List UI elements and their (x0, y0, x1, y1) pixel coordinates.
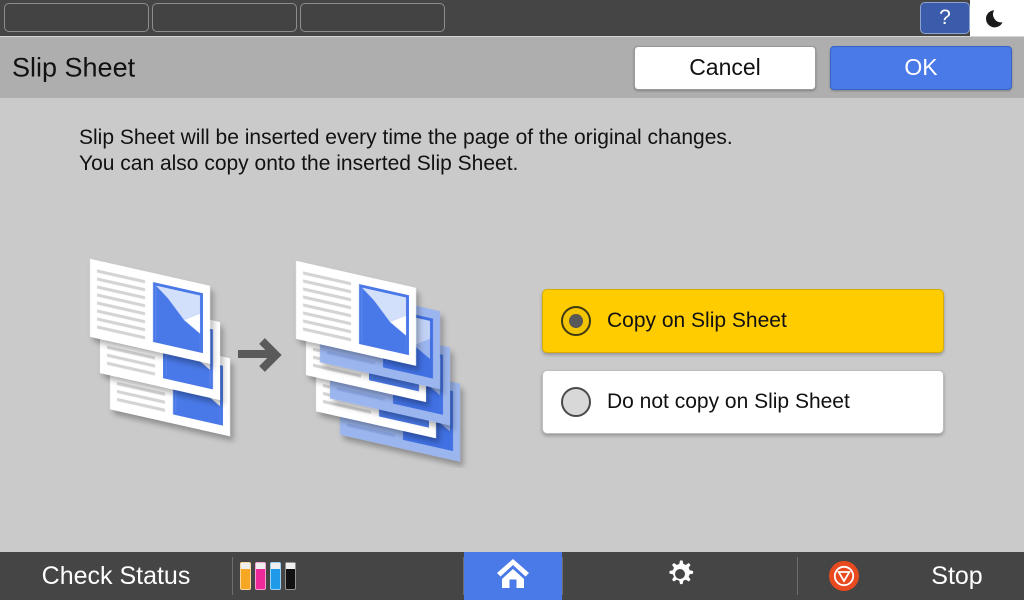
main-content: Slip Sheet will be inserted every time t… (0, 98, 1024, 552)
help-button[interactable]: ? (920, 2, 970, 34)
page-header: Slip Sheet Cancel OK (0, 36, 1024, 98)
ok-button[interactable]: OK (830, 45, 1012, 90)
toner-level-indicator[interactable] (233, 552, 463, 600)
option-label: Copy on Slip Sheet (607, 309, 787, 332)
top-tab-3[interactable] (300, 3, 445, 32)
toner-cyan (270, 562, 281, 590)
toner-yellow (240, 562, 251, 590)
gear-icon (665, 559, 695, 594)
toner-row (240, 562, 296, 590)
top-tab-list (4, 3, 445, 32)
toner-magenta (255, 562, 266, 590)
header-actions: Cancel OK (634, 45, 1012, 90)
settings-button[interactable] (563, 552, 797, 600)
stop-icon (829, 561, 859, 591)
top-bar: ? (0, 0, 1024, 36)
toner-black (285, 562, 296, 590)
bottom-bar: Check Status Stop (0, 552, 1024, 600)
arrow-right-icon (238, 338, 282, 372)
option-copy-on-slip-sheet[interactable]: Copy on Slip Sheet (542, 289, 944, 353)
top-right-buttons: ? (920, 0, 1024, 36)
page-title: Slip Sheet (12, 52, 136, 82)
description-text: Slip Sheet will be inserted every time t… (79, 126, 733, 175)
option-do-not-copy-on-slip-sheet[interactable]: Do not copy on Slip Sheet (542, 370, 944, 434)
stop-button[interactable]: Stop (890, 552, 1024, 600)
cancel-button[interactable]: Cancel (634, 45, 816, 90)
sleep-mode-button[interactable] (970, 0, 1024, 36)
check-status-button[interactable]: Check Status (0, 552, 232, 600)
radio-unselected-icon (561, 387, 591, 417)
slip-sheet-illustration (70, 253, 500, 468)
top-tab-2[interactable] (152, 3, 297, 32)
home-icon (495, 557, 531, 596)
moon-icon (986, 7, 1008, 29)
radio-selected-icon (561, 306, 591, 336)
home-button[interactable] (464, 552, 562, 600)
option-label: Do not copy on Slip Sheet (607, 390, 850, 413)
top-tab-1[interactable] (4, 3, 149, 32)
stop-button-icon-cell[interactable] (798, 552, 890, 600)
slip-sheet-options: Copy on Slip Sheet Do not copy on Slip S… (542, 289, 944, 451)
printer-touch-panel: ? Slip Sheet Cancel OK Slip Sheet will b… (0, 0, 1024, 600)
